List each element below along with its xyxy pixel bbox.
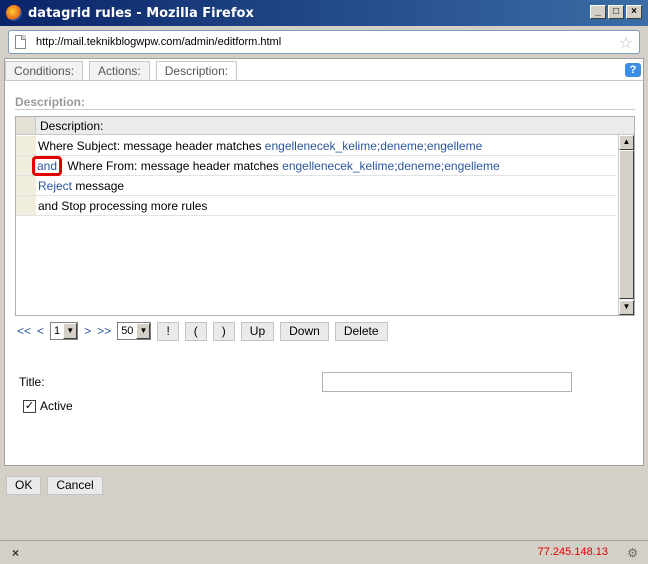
description-grid: Description: Where Subject: message head…	[15, 116, 635, 316]
section-title: Description:	[15, 95, 86, 109]
pager-last[interactable]: >>	[97, 324, 111, 338]
grid-header-rowhead	[16, 117, 36, 134]
row-header[interactable]	[16, 196, 36, 215]
up-button[interactable]: Up	[240, 321, 275, 341]
page-size-select[interactable]: 50 ▼	[117, 322, 152, 340]
page-icon	[15, 35, 26, 49]
page-select-value: 1	[54, 325, 61, 337]
window-title: datagrid rules - Mozilla Firefox	[28, 5, 254, 21]
tab-conditions[interactable]: Conditions:	[5, 61, 84, 80]
title-label: Title:	[19, 375, 45, 389]
pager-next[interactable]: >	[84, 324, 91, 338]
active-row: ✓ Active	[23, 399, 73, 413]
grid-scrollbar[interactable]: ▲ ▼	[618, 135, 634, 315]
page-select[interactable]: 1 ▼	[50, 322, 79, 340]
row-text: Where Subject: message header matches	[38, 139, 262, 153]
row-text: Where From: message header matches	[67, 159, 279, 173]
tab-description[interactable]: Description:	[155, 61, 238, 80]
firefox-icon	[6, 5, 22, 21]
row-link[interactable]: engellenecek_kelime;deneme;engelleme	[282, 159, 499, 173]
pager-first[interactable]: <<	[17, 324, 31, 338]
chevron-down-icon[interactable]: ▼	[136, 323, 151, 339]
title-input[interactable]	[322, 372, 572, 392]
grid-header: Description:	[16, 117, 634, 135]
row-header[interactable]	[16, 176, 36, 195]
scroll-thumb[interactable]	[619, 150, 634, 299]
window-titlebar: datagrid rules - Mozilla Firefox _ □ ×	[0, 0, 648, 26]
table-row[interactable]: Reject message	[16, 176, 616, 196]
tab-divider	[5, 80, 643, 81]
close-button[interactable]: ×	[626, 5, 642, 19]
maximize-button[interactable]: □	[608, 5, 624, 19]
row-action-link[interactable]: Reject	[38, 179, 72, 193]
help-icon[interactable]: ?	[625, 63, 641, 77]
scroll-down-icon[interactable]: ▼	[619, 300, 634, 315]
url-text[interactable]: http://mail.teknikblogwpw.com/admin/edit…	[36, 36, 281, 48]
active-label: Active	[40, 399, 73, 413]
section-divider	[15, 109, 635, 110]
grid-rows: Where Subject: message header matches en…	[16, 136, 616, 216]
status-bar: × 77.245.148.13 ⚙	[0, 540, 648, 564]
row-and-link[interactable]: and	[32, 156, 63, 176]
active-checkbox[interactable]: ✓	[23, 399, 36, 413]
row-cell: Reject message	[38, 179, 124, 193]
network-icon: ⚙	[627, 546, 638, 560]
row-text: and Stop processing more rules	[38, 199, 208, 213]
row-cell: Where Subject: message header matches en…	[38, 139, 482, 153]
window-controls: _ □ ×	[590, 5, 642, 19]
row-header[interactable]	[16, 136, 36, 155]
row-cell: and Stop processing more rules	[38, 199, 207, 213]
scroll-up-icon[interactable]: ▲	[619, 135, 634, 150]
pager: << < 1 ▼ > >> 50 ▼ ! ( ) Up Down Delete	[17, 321, 394, 341]
ok-button[interactable]: OK	[6, 476, 42, 495]
bookmark-star-icon[interactable]: ☆	[619, 33, 633, 53]
dialog-actions: OK Cancel	[6, 476, 103, 495]
table-row[interactable]: Where Subject: message header matches en…	[16, 136, 616, 156]
tab-actions[interactable]: Actions:	[89, 61, 150, 80]
open-paren-button[interactable]: (	[184, 321, 207, 341]
url-bar[interactable]: http://mail.teknikblogwpw.com/admin/edit…	[8, 30, 640, 54]
table-row[interactable]: and Stop processing more rules	[16, 196, 616, 216]
close-icon[interactable]: ×	[12, 546, 19, 560]
minimize-button[interactable]: _	[590, 5, 606, 19]
cancel-button[interactable]: Cancel	[47, 476, 103, 495]
row-text: message	[75, 179, 125, 193]
table-row[interactable]: and Where From: message header matches e…	[16, 156, 616, 176]
delete-button[interactable]: Delete	[334, 321, 388, 341]
close-paren-button[interactable]: )	[212, 321, 235, 341]
page-size-value: 50	[121, 325, 134, 337]
ip-address: 77.245.148.13	[537, 546, 608, 558]
dialog-content: Conditions: Actions: Description: ? Desc…	[4, 58, 644, 466]
pager-prev[interactable]: <	[37, 324, 44, 338]
row-cell: and Where From: message header matches e…	[32, 156, 500, 176]
grid-header-description[interactable]: Description:	[40, 119, 103, 133]
row-link[interactable]: engellenecek_kelime;deneme;engelleme	[265, 139, 482, 153]
chevron-down-icon[interactable]: ▼	[63, 323, 78, 339]
down-button[interactable]: Down	[280, 321, 329, 341]
tab-strip: Conditions: Actions: Description:	[5, 61, 243, 81]
not-button[interactable]: !	[157, 321, 179, 341]
